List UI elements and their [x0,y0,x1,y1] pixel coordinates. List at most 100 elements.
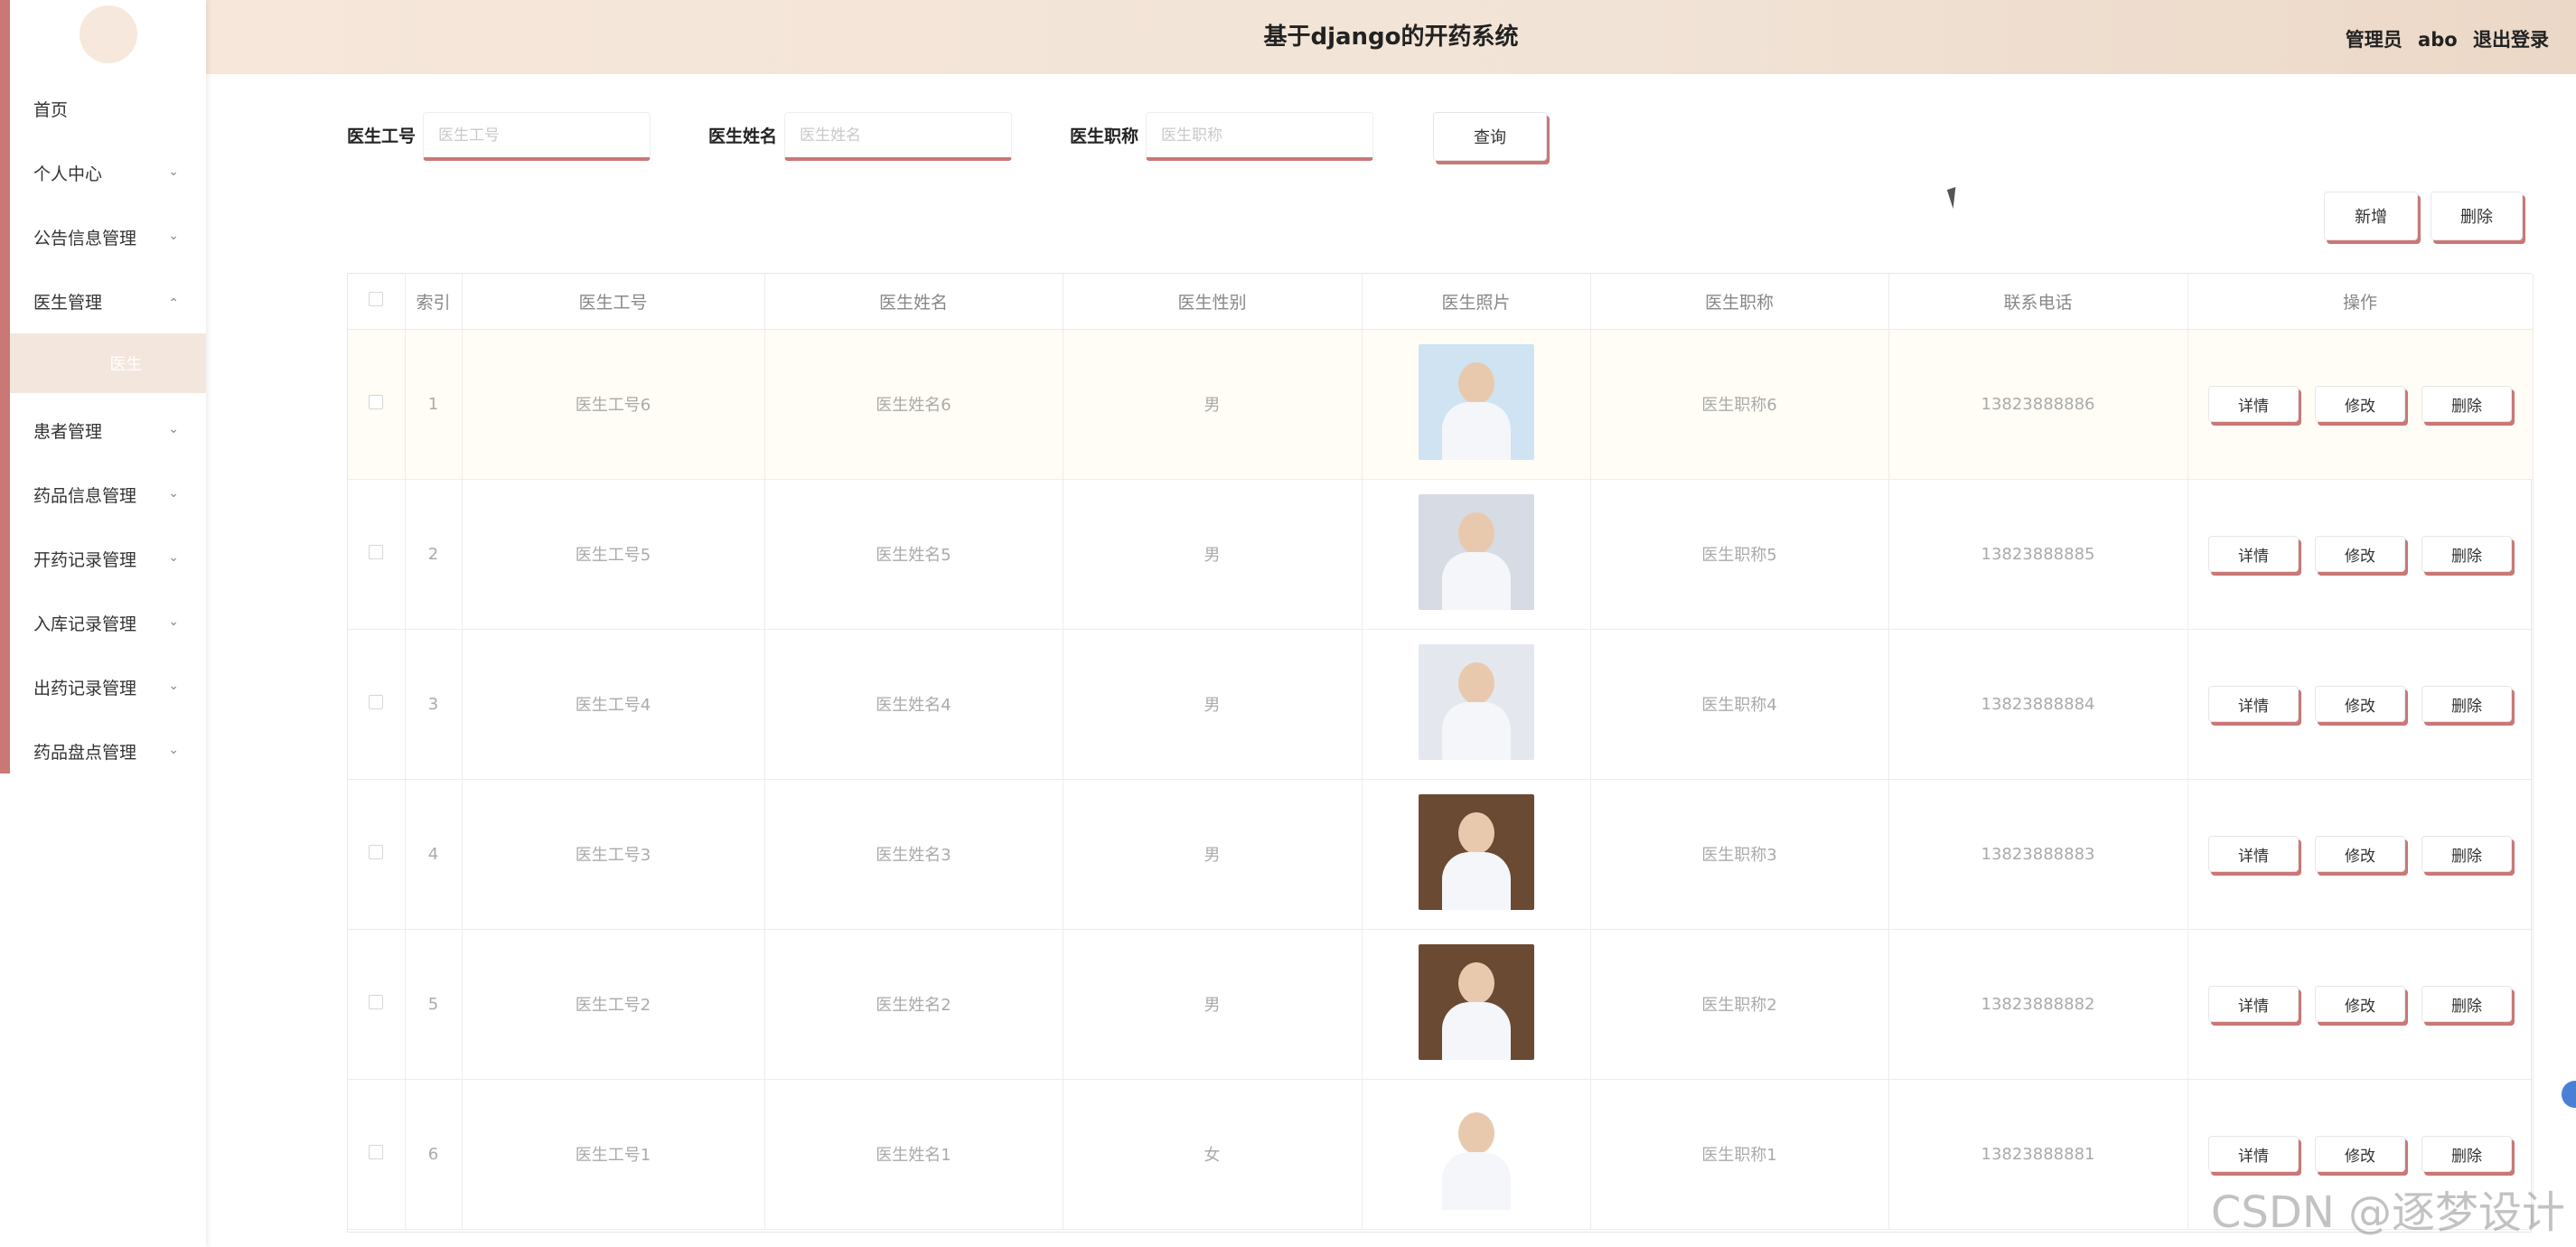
row-actions: 详情 修改 删除 [2188,686,2533,722]
delete-button[interactable]: 删除 [2421,1136,2512,1172]
select-all-cell [348,274,406,330]
row-select-cell [348,329,406,480]
sidebar-item-label: 药品信息管理 [33,486,137,506]
detail-button[interactable]: 详情 [2208,686,2299,722]
logout-button[interactable]: 退出登录 [2473,29,2549,51]
sidebar-menu: 首页 个人中心 ⌄ 公告信息管理 ⌄ 医生管理 ⌃ 医生 患者管理 ⌄ 药品信息管理 ⌄ … [10,77,206,783]
row-checkbox[interactable] [369,694,384,709]
row-actions: 详情 修改 删除 [2188,986,2533,1022]
row-select-cell [348,479,406,630]
doctor-photo[interactable] [1418,1093,1534,1210]
edit-button[interactable]: 修改 [2315,536,2405,572]
row-actions: 详情 修改 删除 [2188,386,2533,422]
add-button[interactable]: 新增 [2324,192,2418,240]
batch-delete-button[interactable]: 删除 [2431,192,2523,240]
doctor-title-search-input[interactable] [1146,112,1373,161]
sidebar-item-patient-management[interactable]: 患者管理 ⌄ [10,398,206,463]
table-row[interactable]: 4 医生工号3 医生姓名3 男 医生职称3 13823888883 详情 修改 … [348,779,2534,930]
chevron-down-icon: ⌄ [168,679,179,693]
sidebar-item-label: 药品盘点管理 [33,743,137,763]
cell-photo [1362,629,1591,780]
cell-actions: 详情 修改 删除 [2187,779,2534,930]
cell-doctor-name: 医生姓名6 [764,329,1063,480]
delete-button[interactable]: 删除 [2421,686,2512,722]
doctor-photo[interactable] [1418,793,1534,910]
edit-button[interactable]: 修改 [2315,986,2405,1022]
delete-button[interactable]: 删除 [2421,986,2512,1022]
table-row[interactable]: 3 医生工号4 医生姓名4 男 医生职称4 13823888884 详情 修改 … [348,629,2534,780]
edit-button[interactable]: 修改 [2315,386,2405,422]
edit-button[interactable]: 修改 [2315,836,2405,872]
search-label-doctor-name: 医生姓名 [708,127,778,146]
cell-doctor-name: 医生姓名2 [764,929,1063,1080]
column-header-index: 索引 [405,274,463,330]
sidebar-item-label: 公告信息管理 [33,229,137,248]
sidebar-item-label: 医生管理 [33,293,103,313]
cell-photo [1362,329,1591,480]
query-button[interactable]: 查询 [1433,112,1547,161]
cell-title: 医生职称6 [1590,329,1889,480]
cell-doctor-name: 医生姓名3 [764,779,1063,930]
top-header: 基于django的开药系统 管理员 abo 退出登录 [206,0,2576,74]
edit-button[interactable]: 修改 [2315,686,2405,722]
doctor-photo[interactable] [1418,343,1534,460]
sidebar-item-stock-in-management[interactable]: 入库记录管理 ⌄ [10,591,206,655]
row-checkbox[interactable] [369,394,384,409]
cell-phone: 13823888882 [1888,929,2188,1080]
detail-button[interactable]: 详情 [2208,386,2299,422]
select-all-checkbox[interactable] [369,292,384,307]
row-checkbox[interactable] [369,544,384,559]
photo-head [1457,1111,1494,1154]
sidebar-subitem-doctor[interactable]: 医生 [10,333,206,393]
table-row[interactable]: 2 医生工号5 医生姓名5 男 医生职称5 13823888885 详情 修改 … [348,479,2534,630]
photo-body [1441,701,1511,760]
sidebar-item-prescription-management[interactable]: 开药记录管理 ⌄ [10,527,206,591]
row-checkbox[interactable] [369,1144,384,1159]
doctor-id-search-input[interactable] [423,112,651,161]
sidebar-item-dispense-management[interactable]: 出药记录管理 ⌄ [10,655,206,719]
sidebar-item-label: 个人中心 [33,164,103,184]
sidebar-item-label: 患者管理 [33,422,103,442]
table-row[interactable]: 5 医生工号2 医生姓名2 男 医生职称2 13823888882 详情 修改 … [348,929,2534,1080]
detail-button[interactable]: 详情 [2208,986,2299,1022]
cell-index: 1 [405,329,463,480]
cell-doctor-id: 医生工号3 [462,779,765,930]
cell-actions: 详情 修改 删除 [2187,329,2534,480]
sidebar-item-inventory-management[interactable]: 药品盘点管理 ⌄ [10,719,206,783]
doctor-photo[interactable] [1418,493,1534,610]
cell-photo [1362,929,1591,1080]
chevron-down-icon: ⌄ [168,550,179,565]
delete-button[interactable]: 删除 [2421,386,2512,422]
row-checkbox[interactable] [369,844,384,859]
cell-title: 医生职称4 [1590,629,1889,780]
detail-button[interactable]: 详情 [2208,536,2299,572]
delete-button[interactable]: 删除 [2421,536,2512,572]
detail-button[interactable]: 详情 [2208,836,2299,872]
doctor-photo[interactable] [1418,643,1534,760]
sidebar-item-personal-center[interactable]: 个人中心 ⌄ [10,141,206,205]
floating-scroll-button[interactable] [2562,1081,2576,1108]
sidebar-item-home[interactable]: 首页 [10,77,206,141]
cell-phone: 13823888883 [1888,779,2188,930]
cell-actions: 详情 修改 删除 [2187,929,2534,1080]
cell-actions: 详情 修改 删除 [2187,479,2534,630]
sidebar-subitem-label: 医生 [109,355,143,374]
photo-head [1457,511,1494,554]
table-row[interactable]: 1 医生工号6 医生姓名6 男 医生职称6 13823888886 详情 修改 … [348,329,2534,480]
cell-doctor-id: 医生工号5 [462,479,765,630]
sidebar-item-doctor-management[interactable]: 医生管理 ⌃ [10,269,206,333]
cell-gender: 男 [1063,779,1363,930]
doctor-name-search-input[interactable] [784,112,1012,161]
table-row[interactable]: 6 医生工号1 医生姓名1 女 医生职称1 13823888881 详情 修改 … [348,1079,2534,1230]
row-select-cell [348,629,406,780]
doctor-photo[interactable] [1418,943,1534,1060]
delete-button[interactable]: 删除 [2421,836,2512,872]
row-checkbox[interactable] [369,994,384,1009]
photo-head [1457,361,1494,404]
detail-button[interactable]: 详情 [2208,1136,2299,1172]
sidebar-item-notice-management[interactable]: 公告信息管理 ⌄ [10,205,206,269]
column-header-doctor-name: 医生姓名 [764,274,1063,330]
cell-doctor-name: 医生姓名4 [764,629,1063,780]
sidebar-item-drug-info-management[interactable]: 药品信息管理 ⌄ [10,463,206,527]
edit-button[interactable]: 修改 [2315,1136,2405,1172]
